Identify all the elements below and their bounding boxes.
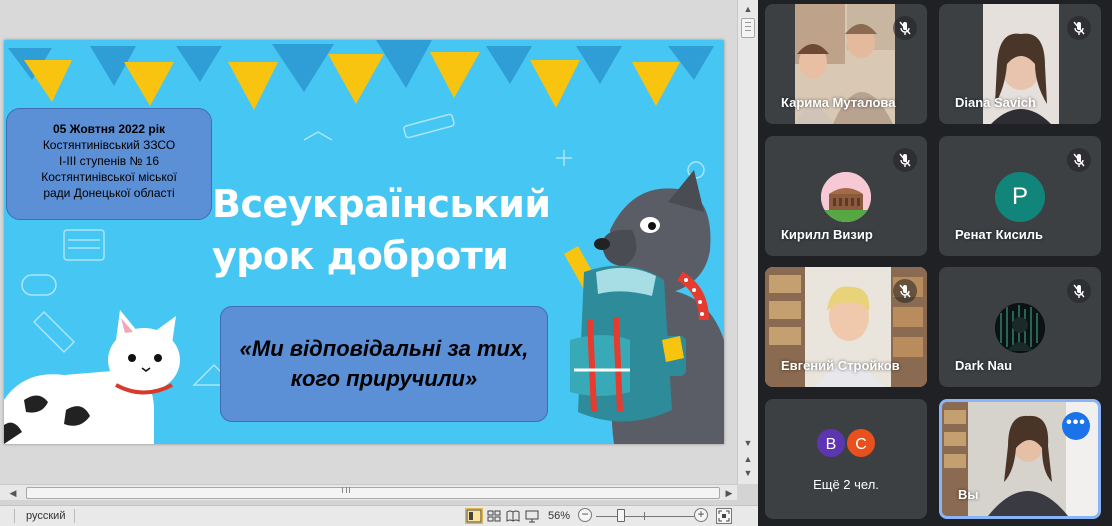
other-participants-tile[interactable]: B C Ещё 2 чел.	[765, 399, 927, 519]
muted-mic-icon	[1067, 279, 1091, 303]
scroll-right-icon[interactable]: ▶	[722, 485, 736, 501]
horizontal-scroll-thumb[interactable]	[26, 487, 720, 499]
scroll-left-icon[interactable]: ◀	[6, 485, 20, 501]
school-line: Костянтинівської міської	[41, 170, 177, 184]
meeting-participants-grid: Карима Муталова Diana Savich Кирилл Визи…	[758, 0, 1112, 526]
cat-illustration	[4, 310, 180, 444]
zoom-slider-knob[interactable]	[617, 509, 626, 522]
screen: Всеукраїнський урок доброти 05 Жовтня 20…	[0, 0, 1112, 526]
slide-title-line-1: Всеукраїнський	[212, 182, 551, 226]
slide-sorter-icon[interactable]	[485, 508, 503, 524]
participant-name: Dark Nau	[955, 358, 1013, 373]
slide-title: Всеукраїнський урок доброти	[212, 178, 572, 282]
status-bar: русский 56% − +	[0, 505, 758, 526]
language-indicator[interactable]: русский	[26, 510, 65, 522]
scroll-down-icon[interactable]: ▼	[740, 436, 756, 450]
horizontal-scrollbar[interactable]: ◀ ▶	[0, 484, 737, 500]
normal-view-icon[interactable]	[465, 508, 483, 524]
school-line: Костянтинівський ЗЗСО	[42, 138, 176, 152]
reading-view-icon[interactable]	[504, 508, 522, 524]
quote-line-2: кого приручили»	[290, 366, 478, 391]
quote-box[interactable]: «Ми відповідальні за тих, кого приручили…	[220, 306, 548, 422]
participant-tile[interactable]: P Ренат Кисиль	[939, 136, 1101, 256]
muted-mic-icon	[893, 279, 917, 303]
next-slide-icon[interactable]: ▼	[740, 466, 756, 480]
participant-name: Вы	[958, 487, 979, 502]
scroll-up-icon[interactable]: ▲	[740, 2, 756, 16]
zoom-slider-track[interactable]	[596, 516, 694, 517]
school-info-box[interactable]: 05 Жовтня 2022 рік Костянтинівський ЗЗСО…	[6, 108, 212, 220]
zoom-slider-midpoint	[644, 512, 645, 520]
participant-tile[interactable]: Dark Nau	[939, 267, 1101, 387]
school-line: I-III ступенів № 16	[58, 154, 160, 168]
zoom-out-icon[interactable]: −	[578, 508, 592, 522]
participant-name: Diana Savich	[955, 95, 1036, 110]
quote-line-1: «Ми відповідальні за тих,	[239, 336, 529, 361]
participant-name: Евгений Стройков	[781, 358, 900, 373]
status-divider	[14, 509, 15, 523]
muted-mic-icon	[1067, 16, 1091, 40]
participant-avatar	[821, 172, 871, 222]
dog-illustration	[564, 170, 724, 444]
slideshow-icon[interactable]	[523, 508, 541, 524]
powerpoint-window: Всеукраїнський урок доброти 05 Жовтня 20…	[0, 0, 758, 526]
participant-name: Кирилл Визир	[781, 227, 873, 242]
participant-tile[interactable]: Евгений Стройков	[765, 267, 927, 387]
participant-name: Карима Муталова	[781, 95, 896, 110]
participant-tile[interactable]: Diana Savich	[939, 4, 1101, 124]
participant-tile[interactable]: Карима Муталова	[765, 4, 927, 124]
participant-avatar: P	[995, 172, 1045, 222]
vertical-scroll-thumb[interactable]	[741, 18, 755, 38]
status-divider	[74, 509, 75, 523]
participant-avatar: B	[815, 427, 847, 459]
muted-mic-icon	[893, 16, 917, 40]
other-participants-count: Ещё 2 чел.	[813, 477, 879, 492]
scroll-grip-icon	[342, 487, 350, 493]
fit-slide-icon[interactable]	[716, 508, 732, 524]
slide-title-line-2: урок доброти	[212, 234, 509, 278]
event-date: 05 Жовтня 2022 рік	[52, 122, 166, 136]
muted-mic-icon	[1067, 148, 1091, 172]
participant-name: Ренат Кисиль	[955, 227, 1044, 242]
participant-tile[interactable]: Кирилл Визир	[765, 136, 927, 256]
vertical-scrollbar[interactable]: ▲ ▼ ▲ ▼	[737, 0, 758, 484]
participant-avatar: C	[845, 427, 877, 459]
self-view-tile[interactable]: ••• Вы	[939, 399, 1101, 519]
more-options-icon[interactable]: •••	[1062, 412, 1090, 440]
previous-slide-icon[interactable]: ▲	[740, 452, 756, 466]
school-line: ради Донецької області	[43, 186, 175, 200]
zoom-in-icon[interactable]: +	[694, 508, 708, 522]
zoom-level[interactable]: 56%	[548, 510, 570, 522]
participant-avatar	[995, 303, 1045, 353]
muted-mic-icon	[893, 148, 917, 172]
slide[interactable]: Всеукраїнський урок доброти 05 Жовтня 20…	[4, 40, 724, 444]
